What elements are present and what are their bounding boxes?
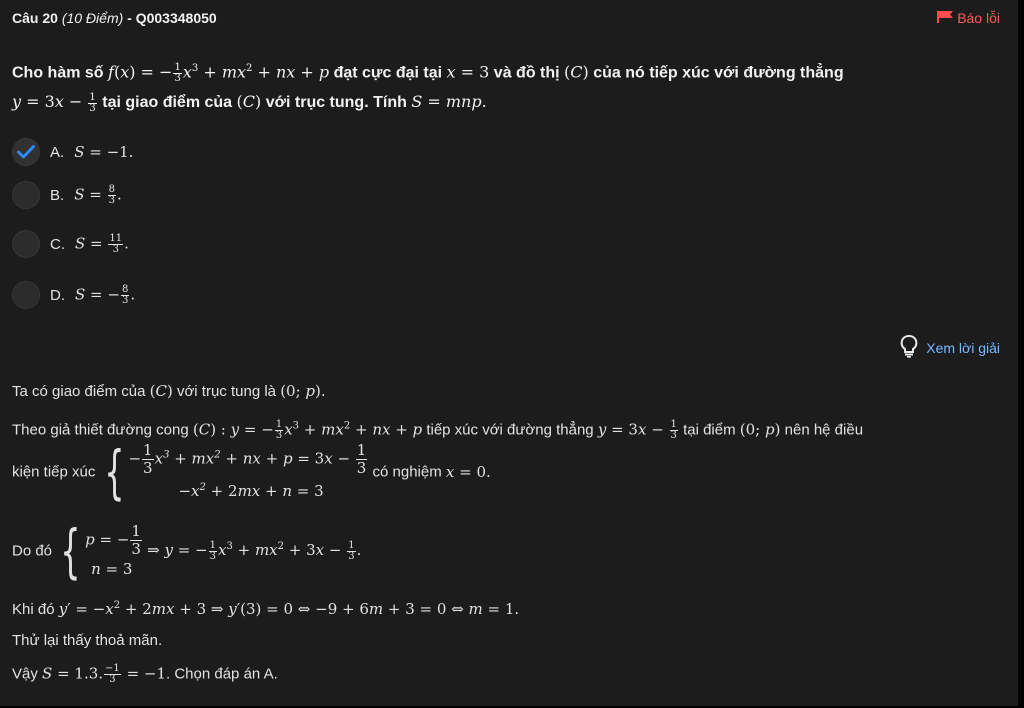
flag-icon [937,10,954,26]
option-d[interactable]: D. S = −8 3. [12,281,135,309]
option-c-radio[interactable] [12,230,40,258]
report-error-label: Báo lỗi [957,10,1000,26]
lightbulb-icon [900,334,918,361]
solution-line-3: kiện tiếp xúc { −1 3 x3 + mx2 + nx + p = 3… [12,438,491,506]
option-c[interactable]: C. S = 11 3. [12,230,129,258]
view-solution-button[interactable]: Xem lời giải [900,334,1000,361]
checkmark-icon [17,145,35,159]
option-d-letter: D. [50,286,65,304]
option-b-radio[interactable] [12,181,40,209]
solution-line-1: Ta có giao điểm của (C) với trục tung là… [12,382,326,400]
question-panel: Câu 20 (10 Điểm) - Q003348050 Báo lỗi Ch… [0,0,1018,706]
question-header: Câu 20 (10 Điểm) - Q003348050 [12,10,217,26]
solution-line-4: Do đó { p = −1 3 n = 3 ⇒ y = −1 3 x3 + mx2 … [12,517,362,585]
question-text: Cho hàm số f(x) = −1 3 x3 + mx2 + nx + p đ… [12,61,844,114]
question-text-part: của nó tiếp xúc với đường thẳng [593,64,844,82]
question-code: - Q003348050 [127,10,217,26]
option-b[interactable]: B. S = 83. [12,181,122,209]
solution-line-6: Thử lại thấy thoả mãn. [12,632,163,649]
question-text-part: và đồ thị [493,64,560,82]
solution-line-2: Theo giả thiết đường cong (C) : y = −1 3 x… [12,419,864,441]
report-error-button[interactable]: Báo lỗi [937,10,1000,26]
solution-line-7: Vậy S = 1.3. −1 3 = −1. Chọn đáp án A. [12,663,278,685]
option-a-radio[interactable] [12,138,40,166]
question-text-part: với trục tung. Tính [265,94,407,112]
question-text-part: Cho hàm số [12,64,104,82]
option-c-value: S = 11 3. [75,232,129,255]
question-text-part: đạt cực đại tại [333,64,443,82]
option-a[interactable]: A. S = −1. [12,138,133,166]
solution-line-5: Khi đó y′ = −x2 + 2mx + 3 ⇒ y′(3) = 0 ⇔ … [12,600,520,618]
option-d-radio[interactable] [12,281,40,309]
question-points: (10 Điểm) [61,10,124,26]
question-label: Câu 20 [12,10,58,26]
window-edge [1018,0,1024,708]
option-a-value: S = −1. [74,143,134,161]
option-c-letter: C. [50,235,65,253]
view-solution-label: Xem lời giải [926,339,1000,356]
option-a-letter: A. [50,143,65,161]
option-b-letter: B. [50,186,65,204]
option-b-value: S = 83. [74,183,122,206]
question-text-part: tại giao điểm của [102,94,233,112]
option-d-value: S = −8 3. [75,283,136,306]
